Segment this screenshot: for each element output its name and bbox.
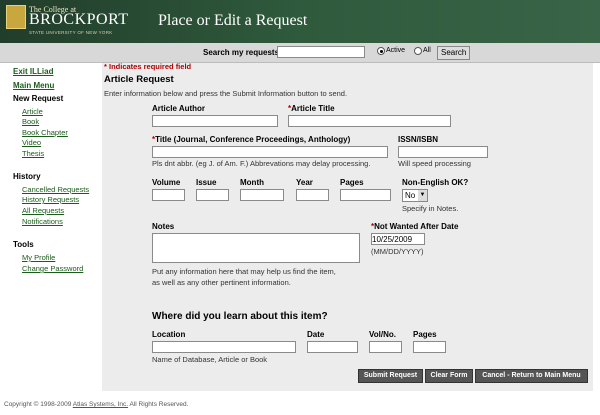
not-wanted-date-format: (MM/DD/YYYY): [371, 247, 424, 256]
pages-label: Pages: [340, 178, 364, 187]
volno-label: Vol/No.: [369, 330, 396, 339]
new-request-heading: New Request: [13, 94, 64, 103]
article-title-input[interactable]: [288, 115, 451, 127]
sidebar-item-video[interactable]: Video: [22, 138, 41, 147]
sidebar-item-book[interactable]: Book: [22, 117, 39, 126]
issn-help: Will speed processing: [398, 159, 471, 168]
non-english-select[interactable]: No ▼: [402, 189, 428, 202]
journal-title-label: Title (Journal, Conference Proceedings, …: [155, 135, 351, 144]
year-label: Year: [296, 178, 313, 187]
location-input[interactable]: [152, 341, 296, 353]
header-banner: The College at BROCKPORT STATE UNIVERSIT…: [0, 0, 600, 43]
search-label: Search my requests:: [203, 48, 282, 57]
exit-illiad-link[interactable]: Exit ILLiad: [13, 67, 53, 76]
location-label: Location: [152, 330, 186, 339]
volno-input[interactable]: [369, 341, 402, 353]
year-input[interactable]: [296, 189, 329, 201]
sidebar-item-book-chapter[interactable]: Book Chapter: [22, 128, 68, 137]
history-heading: History: [13, 172, 41, 181]
footer-copyright: Copyright © 1998-2009: [4, 401, 73, 408]
notes-label: Notes: [152, 222, 175, 231]
sidebar-item-all-requests[interactable]: All Requests: [22, 206, 64, 215]
sidebar-item-history-requests[interactable]: History Requests: [22, 195, 79, 204]
sidebar-item-change-password[interactable]: Change Password: [22, 264, 83, 273]
journal-title-input[interactable]: [152, 146, 388, 158]
non-english-value: No: [405, 191, 416, 200]
tools-heading: Tools: [13, 240, 34, 249]
volume-input[interactable]: [152, 189, 185, 201]
location-help: Name of Database, Article or Book: [152, 355, 268, 364]
article-author-label: Article Author: [152, 104, 206, 113]
volume-label: Volume: [152, 178, 181, 187]
main-menu-link[interactable]: Main Menu: [13, 81, 54, 90]
article-title-label: Article Title: [291, 104, 335, 113]
clear-form-button[interactable]: Clear Form: [425, 369, 473, 383]
sidebar-item-article[interactable]: Article: [22, 107, 43, 116]
date-label: Date: [307, 330, 325, 339]
search-button[interactable]: Search: [437, 46, 471, 60]
footer-rights: All Rights Reserved.: [128, 401, 189, 408]
cite-pages-input[interactable]: [413, 341, 446, 353]
chevron-down-icon[interactable]: ▼: [418, 190, 427, 201]
sidebar-item-my-profile[interactable]: My Profile: [22, 253, 55, 262]
logo-subtext: STATE UNIVERSITY OF NEW YORK: [29, 30, 113, 35]
cite-pages-label: Pages: [413, 330, 437, 339]
month-label: Month: [240, 178, 264, 187]
not-wanted-label: Not Wanted After Date: [374, 222, 459, 231]
radio-active[interactable]: [377, 47, 385, 55]
sidebar-item-notifications[interactable]: Notifications: [22, 217, 63, 226]
sidebar-item-thesis[interactable]: Thesis: [22, 149, 44, 158]
non-english-label: Non-English OK?: [402, 178, 469, 187]
sidebar-item-cancelled-requests[interactable]: Cancelled Requests: [22, 185, 89, 194]
notes-help-line-1: Put any information here that may help u…: [152, 267, 336, 276]
pages-input[interactable]: [340, 189, 391, 201]
non-english-help: Specify in Notes.: [402, 204, 459, 213]
month-input[interactable]: [240, 189, 284, 201]
notes-textarea[interactable]: [152, 233, 360, 263]
submit-request-button[interactable]: Submit Request: [358, 369, 423, 383]
footer: Copyright © 1998-2009 Atlas Systems, Inc…: [4, 401, 188, 408]
radio-active-label: Active: [386, 47, 406, 54]
page-title: Place or Edit a Request: [158, 12, 308, 29]
radio-all[interactable]: [414, 47, 422, 55]
date-input[interactable]: [307, 341, 358, 353]
cancel-return-button[interactable]: Cancel - Return to Main Menu: [475, 369, 588, 383]
issn-input[interactable]: [398, 146, 488, 158]
form-heading: Article Request: [104, 74, 174, 85]
required-note: * Indicates required field: [104, 62, 192, 71]
radio-all-label: All: [423, 47, 431, 54]
search-input[interactable]: [277, 46, 365, 58]
article-author-input[interactable]: [152, 115, 278, 127]
logo-text: BROCKPORT: [29, 11, 129, 28]
not-wanted-date-input[interactable]: [371, 233, 425, 245]
atlas-systems-link[interactable]: Atlas Systems, Inc.: [73, 401, 128, 408]
notes-help-line-2: as well as any other pertinent informati…: [152, 278, 291, 287]
issn-label: ISSN/ISBN: [398, 135, 439, 144]
college-seal-icon: [6, 5, 26, 29]
issue-label: Issue: [196, 178, 217, 187]
journal-title-help: Pls dnt abbr. (eg J. of Am. F.) Abbrevat…: [152, 159, 371, 168]
issue-input[interactable]: [196, 189, 229, 201]
form-instructions: Enter information below and press the Su…: [104, 89, 348, 98]
learn-heading: Where did you learn about this item?: [152, 311, 328, 322]
